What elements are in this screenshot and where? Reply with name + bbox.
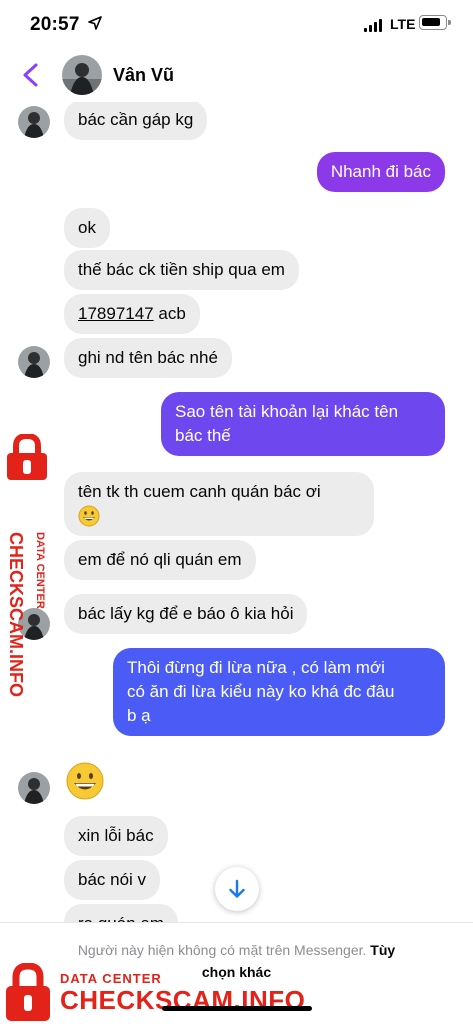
incoming-message[interactable]: bác nói v [64,860,161,900]
outgoing-message[interactable]: Nhanh đi bác [316,152,445,192]
message-text: bác lấy kg để e báo ô kia hỏi [78,604,294,623]
padlock-icon [7,434,47,480]
message-line: Thôi đừng đi lừa nữa , có làm mới [127,658,385,677]
battery-icon [419,15,447,30]
sender-avatar[interactable] [18,106,50,138]
message-line: b ạ [127,706,151,725]
message-text: bác nói v [78,870,147,889]
more-options-link[interactable]: Tùy [370,942,395,958]
incoming-message[interactable]: 17897147 acb [64,294,200,334]
incoming-message[interactable]: bác lấy kg để e báo ô kia hỏi [64,594,308,634]
message-line: bác thế [175,426,231,445]
more-options-link-2[interactable]: chọn khác [202,964,271,980]
notice-text: Người này hiện không có mặt trên Messeng… [77,942,367,958]
arrow-down-icon [229,879,245,898]
home-indicator[interactable] [162,1006,312,1011]
message-line: Sao tên tài khoản lại khác tên [175,402,399,421]
signal-icon [364,18,384,32]
message-text: Nhanh đi bác [330,162,431,181]
grinning-face-icon[interactable] [66,762,104,800]
battery-tip [448,20,451,25]
message-text: thế bác ck tiền ship qua em [78,260,285,279]
conversation-header: Vân Vũ [0,52,473,102]
watermark-line1: DATA CENTER [34,532,46,609]
scroll-to-bottom-button[interactable] [215,867,259,911]
message-text: ok [78,218,96,237]
sender-avatar[interactable] [18,346,50,378]
watermark-line1: DATA CENTER [60,971,162,986]
outgoing-message[interactable]: Thôi đừng đi lừa nữa , có làm mới có ăn … [113,648,445,736]
message-text: em để nó qli quán em [78,550,242,569]
incoming-message[interactable]: ra quán em [64,904,178,922]
message-line: có ăn đi lừa kiểu này ko khá đc đâu [127,682,395,701]
message-text: ra quán em [78,914,164,922]
contact-name[interactable]: Vân Vũ [113,65,174,86]
network-type: LTE [390,16,416,32]
footer-bar: Người này hiện không có mặt trên Messeng… [0,922,473,1024]
watermark-line2: CHECKSCAM.INFO [60,985,306,1015]
incoming-message[interactable]: xin lỗi bác [64,816,168,856]
contact-avatar[interactable] [62,55,102,95]
incoming-message[interactable]: tên tk th cuem canh quán bác ơi [64,472,374,536]
location-arrow-icon [88,16,102,30]
grinning-face-icon [78,505,100,527]
account-number-link[interactable]: 17897147 [78,304,154,323]
outgoing-message[interactable]: Sao tên tài khoản lại khác tên bác thế [161,392,445,456]
incoming-message[interactable]: bác cần gáp kg [64,102,208,140]
message-text: bác cần gáp kg [78,110,194,129]
status-bar: 20:57 LTE [0,0,473,52]
message-text: xin lỗi bác [78,826,154,845]
incoming-message[interactable]: ok [64,208,110,248]
watermark-side: CHECKSCAM.INFO DATA CENTER [0,430,60,697]
message-text: tên tk th cuem canh quán bác ơi [78,482,321,501]
status-time: 20:57 [30,14,80,35]
message-list[interactable]: bác cần gáp kg Nhanh đi bác ok thế bác c… [0,102,473,922]
padlock-icon [6,963,50,1021]
incoming-message[interactable]: ghi nd tên bác nhé [64,338,232,378]
bank-name: acb [158,304,186,323]
back-arrow-icon[interactable] [20,62,42,88]
sender-avatar[interactable] [18,772,50,804]
watermark-line2: CHECKSCAM.INFO [6,532,26,697]
message-text: ghi nd tên bác nhé [78,348,218,367]
incoming-message[interactable]: em để nó qli quán em [64,540,256,580]
incoming-message[interactable]: thế bác ck tiền ship qua em [64,250,299,290]
